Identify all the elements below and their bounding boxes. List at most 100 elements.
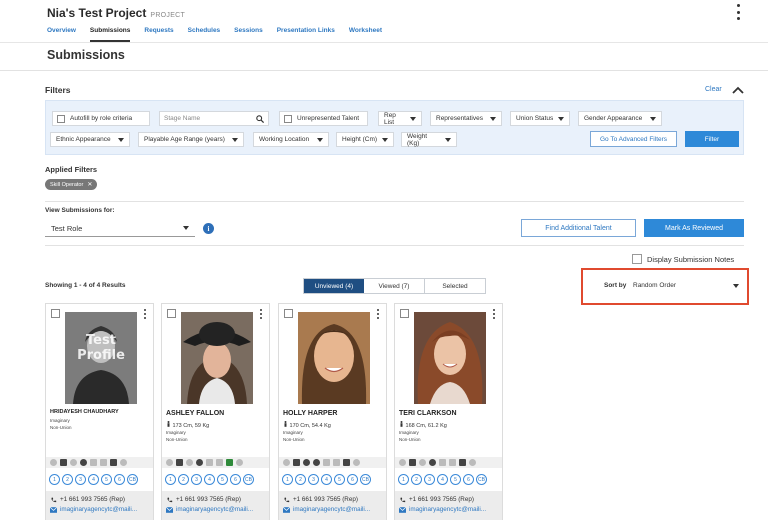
phone-number[interactable]: +1 661 993 7565 (Rep) <box>60 496 125 503</box>
card-checkbox[interactable] <box>284 309 293 318</box>
working-location-dropdown[interactable]: Working Location <box>253 132 329 147</box>
mark-as-reviewed-button[interactable]: Mark As Reviewed <box>644 219 744 237</box>
email-link[interactable]: imaginaryagencytc@maili... <box>176 506 253 513</box>
folder-icon[interactable] <box>90 459 97 466</box>
rating-3[interactable]: 3 <box>191 474 202 485</box>
rating-cb[interactable]: CB <box>360 474 371 485</box>
rating-5[interactable]: 5 <box>101 474 112 485</box>
unrepresented-checkbox[interactable]: Unrepresented Talent <box>279 111 368 126</box>
search-icon[interactable] <box>256 114 264 123</box>
rep-list-dropdown[interactable]: Rep List <box>378 111 422 126</box>
rating-cb[interactable]: CB <box>243 474 254 485</box>
talent-name[interactable]: HOLLY HARPER <box>283 410 337 417</box>
star-icon[interactable] <box>226 459 233 466</box>
folder-icon[interactable] <box>449 459 456 466</box>
gender-dropdown[interactable]: Gender Appearance <box>578 111 662 126</box>
segment-selected[interactable]: Selected <box>425 279 485 293</box>
role-select[interactable]: Test Role <box>45 220 195 237</box>
history-icon[interactable] <box>196 459 203 466</box>
email-link[interactable]: imaginaryagencytc@maili... <box>293 506 370 513</box>
status-icon[interactable] <box>50 459 57 466</box>
rating-cb[interactable]: CB <box>476 474 487 485</box>
rating-5[interactable]: 5 <box>217 474 228 485</box>
history-icon[interactable] <box>313 459 320 466</box>
talent-name[interactable]: HRIDAYESH CHAUDHARY <box>50 409 119 415</box>
rating-6[interactable]: 6 <box>463 474 474 485</box>
autofill-checkbox[interactable]: Autofill by role criteria <box>52 111 150 126</box>
rating-1[interactable]: 1 <box>165 474 176 485</box>
close-icon[interactable]: ✕ <box>87 181 92 188</box>
folder-icon[interactable] <box>333 459 340 466</box>
clear-filters-link[interactable]: Clear <box>705 86 722 93</box>
note-icon[interactable] <box>459 459 466 466</box>
talent-card[interactable]: ASHLEY FALLON 173 Cm, 59 Kg Imaginary No… <box>161 303 270 520</box>
rating-2[interactable]: 2 <box>178 474 189 485</box>
media-icon[interactable] <box>176 459 183 466</box>
rating-cb[interactable]: CB <box>127 474 138 485</box>
tag-icon[interactable] <box>469 459 476 466</box>
talent-name[interactable]: ASHLEY FALLON <box>166 410 224 417</box>
status-icon[interactable] <box>419 459 426 466</box>
card-checkbox[interactable] <box>400 309 409 318</box>
rating-5[interactable]: 5 <box>334 474 345 485</box>
rating-5[interactable]: 5 <box>450 474 461 485</box>
checkbox[interactable] <box>632 254 642 264</box>
note-icon[interactable] <box>110 459 117 466</box>
tab-worksheet[interactable]: Worksheet <box>349 27 382 42</box>
email-link[interactable]: imaginaryagencytc@maili... <box>60 506 137 513</box>
kebab-icon[interactable] <box>734 4 742 20</box>
tag-icon[interactable] <box>120 459 127 466</box>
kebab-icon[interactable] <box>260 309 263 319</box>
folder-icon[interactable] <box>216 459 223 466</box>
talent-card[interactable]: HOLLY HARPER 170 Cm, 54.4 Kg Imaginary N… <box>278 303 387 520</box>
stage-name-input[interactable]: Stage Name <box>159 111 269 126</box>
representatives-dropdown[interactable]: Representatives <box>430 111 502 126</box>
checkbox[interactable] <box>57 114 65 123</box>
phone-number[interactable]: +1 661 993 7565 (Rep) <box>293 496 358 503</box>
note-icon[interactable] <box>343 459 350 466</box>
phone-number[interactable]: +1 661 993 7565 (Rep) <box>409 496 474 503</box>
rating-1[interactable]: 1 <box>398 474 409 485</box>
rating-2[interactable]: 2 <box>62 474 73 485</box>
rating-4[interactable]: 4 <box>321 474 332 485</box>
segment-unviewed[interactable]: Unviewed (4) <box>304 279 364 293</box>
talent-photo[interactable]: Test Profile <box>65 312 137 404</box>
ethnic-dropdown[interactable]: Ethnic Appearance <box>50 132 130 147</box>
talent-photo[interactable] <box>181 312 253 404</box>
talent-photo[interactable] <box>298 312 370 404</box>
kebab-icon[interactable] <box>144 309 147 319</box>
rating-4[interactable]: 4 <box>437 474 448 485</box>
talent-card[interactable]: TERI CLARKSON 168 Cm, 61.2 Kg Imaginary … <box>394 303 503 520</box>
folder-icon[interactable] <box>206 459 213 466</box>
find-additional-talent-button[interactable]: Find Additional Talent <box>521 219 636 237</box>
soccer-ball-icon[interactable] <box>303 459 310 466</box>
talent-card[interactable]: Test Profile HRIDAYESH CHAUDHARY Imagina… <box>45 303 154 520</box>
union-status-dropdown[interactable]: Union Status <box>510 111 570 126</box>
rating-1[interactable]: 1 <box>49 474 60 485</box>
folder-icon[interactable] <box>439 459 446 466</box>
status-icon[interactable] <box>186 459 193 466</box>
segment-viewed[interactable]: Viewed (7) <box>364 279 425 293</box>
rating-3[interactable]: 3 <box>424 474 435 485</box>
media-icon[interactable] <box>60 459 67 466</box>
media-icon[interactable] <box>293 459 300 466</box>
status-icon[interactable] <box>70 459 77 466</box>
kebab-icon[interactable] <box>493 309 496 319</box>
history-icon[interactable] <box>429 459 436 466</box>
status-icon[interactable] <box>283 459 290 466</box>
sort-select[interactable]: Random Order <box>631 278 743 293</box>
status-icon[interactable] <box>399 459 406 466</box>
history-icon[interactable] <box>80 459 87 466</box>
display-notes-checkbox[interactable]: Display Submission Notes <box>632 254 734 264</box>
tab-sessions[interactable]: Sessions <box>234 27 263 42</box>
email-link[interactable]: imaginaryagencytc@maili... <box>409 506 486 513</box>
age-range-dropdown[interactable]: Playable Age Range (years) <box>138 132 244 147</box>
rating-1[interactable]: 1 <box>282 474 293 485</box>
rating-3[interactable]: 3 <box>308 474 319 485</box>
advanced-filters-button[interactable]: Go To Advanced Filters <box>590 131 677 147</box>
info-icon[interactable]: i <box>203 223 214 234</box>
card-checkbox[interactable] <box>167 309 176 318</box>
tab-schedules[interactable]: Schedules <box>188 27 221 42</box>
weight-dropdown[interactable]: Weight (Kg) <box>401 132 457 147</box>
media-icon[interactable] <box>409 459 416 466</box>
